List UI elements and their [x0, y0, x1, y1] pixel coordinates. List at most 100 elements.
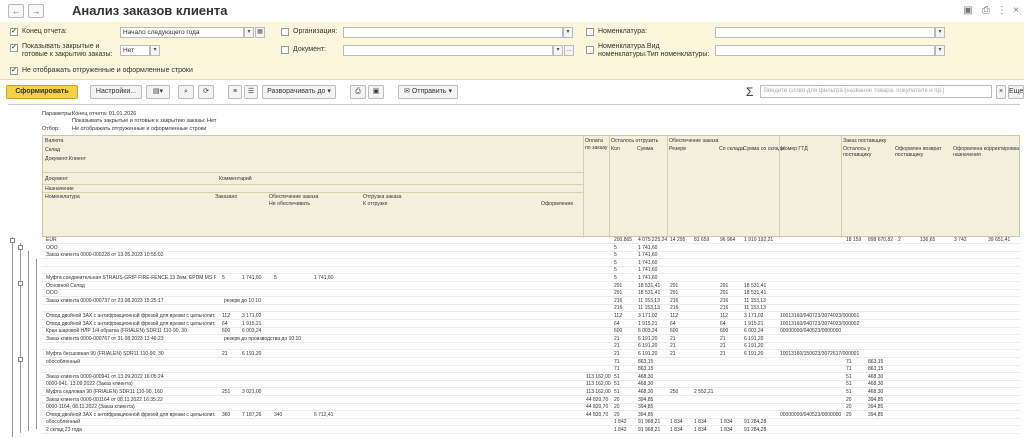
- expand-dropdown[interactable]: Разворачивать до ▾: [262, 85, 336, 99]
- nom-checkbox[interactable]: [586, 28, 594, 36]
- cell-kol: 51: [614, 389, 620, 395]
- chevron-down-icon[interactable]: ▾: [935, 45, 945, 56]
- preview-icon[interactable]: ▣: [368, 85, 384, 99]
- table-row[interactable]: обособленный 1 842 91 968,21 1 834 1 834 1 83…: [42, 419, 1020, 427]
- table-row[interactable]: ООО 5 1 741,60: [42, 245, 1020, 252]
- nom-kind-checkbox[interactable]: [586, 46, 594, 54]
- table-row[interactable]: Основной Склад 291 18 531,41 291 291 18 531,4…: [42, 283, 1020, 290]
- search-input[interactable]: Введите слово для фильтра (название това…: [760, 85, 992, 98]
- show-closed-checkbox[interactable]: ✓: [10, 44, 18, 52]
- expand-icon[interactable]: [18, 357, 23, 362]
- table-row[interactable]: Муфта соединительная STRAUS-GRIP-FIRE-FE…: [42, 275, 1020, 282]
- settings-button[interactable]: Настройки...: [90, 85, 142, 99]
- cell-kol: 64: [614, 320, 620, 327]
- more-icon[interactable]: ⋮: [996, 5, 1008, 17]
- forward-arrow-icon[interactable]: →: [28, 4, 44, 18]
- table-row[interactable]: 21 6 191,20 21 21 6 191,20: [42, 343, 1020, 351]
- end-date-field[interactable]: Начало следующего года: [120, 27, 244, 38]
- end-date-checkbox[interactable]: ✓: [10, 28, 18, 36]
- hdr-so-sklada: Со склада: [719, 146, 744, 152]
- table-row[interactable]: 0000-941, 13.09.2022 (Заказ клиента) 113 …: [42, 381, 1020, 389]
- clear-search-icon[interactable]: ×: [996, 85, 1006, 99]
- chevron-down-icon[interactable]: ▾: [553, 45, 563, 56]
- send-label: Отправить: [411, 88, 447, 95]
- params-line2: Показывать закрытые и готовые к закрытию…: [72, 118, 217, 124]
- hdr-comment: Комментарий: [219, 176, 252, 182]
- chevron-down-icon[interactable]: ▾: [150, 45, 160, 56]
- send-dropdown[interactable]: ✉ Отправить ▾: [398, 85, 458, 99]
- no-shipped-checkbox[interactable]: ✓: [10, 67, 18, 75]
- table-row[interactable]: 2 склад 23 года 1 842 91 968,21 1 834 1 834 1…: [42, 427, 1020, 434]
- cell-rez: 1 834: [670, 419, 683, 426]
- doc-field[interactable]: [343, 45, 553, 56]
- chevron-down-icon[interactable]: ▾: [563, 27, 573, 38]
- find-icon[interactable]: ⌕: [178, 85, 194, 99]
- expand-icon[interactable]: [18, 245, 23, 250]
- cell-sum: 863,15: [638, 358, 654, 365]
- cell-c1: Отвод двойной ЗАХ с антифрикционной фрез…: [46, 411, 216, 418]
- nom-kind-field[interactable]: [715, 45, 935, 56]
- table-row[interactable]: 0000-1164, 08.11.2022 (Заказ клиента) 44 …: [42, 404, 1020, 412]
- list-icon[interactable]: ☰: [244, 85, 258, 99]
- generate-button[interactable]: Сформировать: [6, 85, 78, 99]
- nom-field[interactable]: [715, 27, 935, 38]
- table-row[interactable]: Заказ клиента 0000-000767 от 31.08.2023 …: [42, 336, 1020, 343]
- table-row[interactable]: Муфта бесшовная 90 (FRIALEN) SDR11 110-9…: [42, 351, 1020, 358]
- ellipsis-icon[interactable]: …: [564, 45, 574, 56]
- cell-vs: 136,65: [920, 237, 936, 243]
- org-checkbox[interactable]: [281, 28, 289, 36]
- table-row[interactable]: Заказ клиента 0000-000228 от 13.05.2023 …: [42, 252, 1020, 260]
- cell-sum: 394,85: [638, 404, 654, 411]
- cell-kol: 291: [614, 282, 623, 289]
- print-icon[interactable]: ⎙: [350, 85, 366, 99]
- hdr-otgruzka: Отгрузка заказа: [363, 194, 402, 200]
- doc-checkbox[interactable]: [281, 46, 289, 54]
- cell-rez: 1 834: [670, 427, 683, 433]
- table-row[interactable]: Заказ клиента 0000-000737 от 23.08.2023 …: [42, 298, 1020, 305]
- table-row[interactable]: Отвод двойной ЗАХ с антифрикционной фрез…: [42, 412, 1020, 419]
- expand-icon[interactable]: [18, 281, 23, 286]
- group-icon[interactable]: ≡: [228, 85, 242, 99]
- hdr-doc-client: Документ.Клиент: [45, 156, 86, 162]
- table-row[interactable]: Отвод двойной ЗАХ с антифрикционной фрез…: [42, 313, 1020, 320]
- refresh-icon[interactable]: ⟳: [198, 85, 214, 99]
- back-arrow-icon[interactable]: ←: [8, 4, 24, 18]
- calendar-icon[interactable]: ▦: [255, 27, 265, 38]
- table-row[interactable]: Кран шаровой НЛР 1/4 обратка (FRIALEN) S…: [42, 328, 1020, 336]
- cell-rez: 250: [670, 389, 679, 395]
- variant-icon[interactable]: ▤▾: [146, 85, 170, 99]
- table-row[interactable]: Заказ клиента 0000-001164 от 08.11.2022 …: [42, 397, 1020, 404]
- table-row[interactable]: 5 1 741,60: [42, 260, 1020, 267]
- cell-zs: 3 021,00: [242, 389, 262, 395]
- show-closed-field[interactable]: Нет: [120, 45, 150, 56]
- table-row[interactable]: 216 11 153,13 216 216 11 153,13: [42, 305, 1020, 313]
- table-row[interactable]: 5 1 741,60: [42, 267, 1020, 275]
- cell-rez: 600: [670, 328, 679, 335]
- cell-ss: 291: [720, 290, 729, 297]
- table-row[interactable]: 71 863,15 71 863,15: [42, 366, 1020, 374]
- table-row[interactable]: EUR 200.865 4 075 225,24 14 295 81 659 96 964…: [42, 237, 1020, 244]
- table-row[interactable]: обособленный 71 863,15 71 863,15: [42, 359, 1020, 366]
- cell-gtd: 00000000/040523/0000000: [780, 411, 842, 418]
- table-row[interactable]: Отвод двойной ЗАХ с антифрикционной фрез…: [42, 321, 1020, 328]
- table-row[interactable]: Заказ клиента 0000-000941 от 13.09.2022 …: [42, 374, 1020, 381]
- hdr-zakaz-post: Заказ поставщику: [843, 138, 887, 144]
- cell-kol: 5: [614, 267, 617, 274]
- print-icon[interactable]: ⎙: [980, 5, 992, 17]
- cell-ss: 216: [720, 297, 729, 304]
- org-field[interactable]: [343, 27, 563, 38]
- chevron-down-icon[interactable]: ▾: [935, 27, 945, 38]
- table-row[interactable]: Муфта седловая 90 (FRIALEN) SDR11 110-90…: [42, 389, 1020, 396]
- cell-op: 113 162,00: [586, 381, 611, 388]
- cell-sum: 4 075 225,24: [638, 237, 668, 243]
- chevron-down-icon[interactable]: ▾: [244, 27, 254, 38]
- table-row[interactable]: ООО 291 18 531,41 291 291 18 531,41: [42, 290, 1020, 298]
- cell-ks: 39 651,41: [988, 237, 1011, 243]
- expand-icon[interactable]: [10, 238, 15, 243]
- sigma-icon[interactable]: Σ: [746, 85, 753, 99]
- hdr-po-zakazu: по заказу: [585, 145, 608, 151]
- save-icon[interactable]: ▣: [962, 5, 974, 17]
- close-icon[interactable]: ×: [1010, 5, 1022, 17]
- more-button[interactable]: Еще: [1008, 85, 1024, 99]
- cell-sum: 1 741,60: [638, 252, 658, 259]
